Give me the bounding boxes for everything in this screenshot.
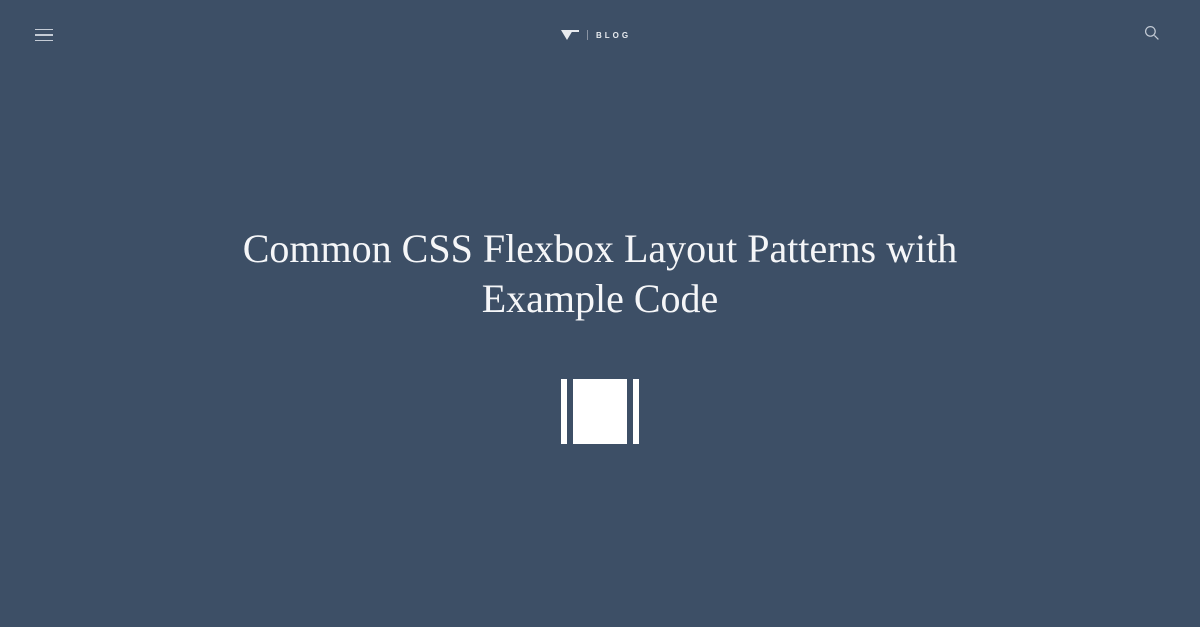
main-content: Common CSS Flexbox Layout Patterns with … [0,0,1200,627]
illustration-bar [573,379,627,444]
page-title: Common CSS Flexbox Layout Patterns with … [240,224,960,324]
flexbox-illustration [561,379,639,444]
illustration-bar [633,379,639,444]
illustration-bar [561,379,567,444]
